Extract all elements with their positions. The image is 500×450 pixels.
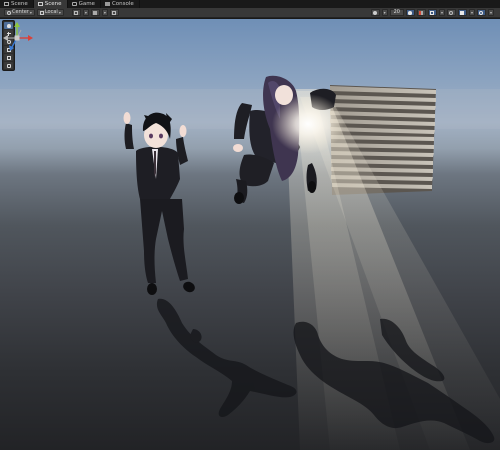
- draw-mode-dropdown[interactable]: ▾: [381, 9, 388, 16]
- console-icon: [104, 2, 110, 6]
- pivot-dropdown[interactable]: Center ▾: [4, 9, 35, 16]
- effects-icon: [430, 10, 435, 15]
- audio-mute-icon: [419, 10, 424, 15]
- scene-icon: [4, 2, 9, 6]
- space-dropdown[interactable]: Local ▾: [36, 9, 64, 16]
- character-cat-ear-girl[interactable]: [123, 112, 197, 295]
- tab-label: Scene: [11, 1, 28, 7]
- chevron-down-icon: ▾: [470, 10, 473, 15]
- editor-tab-bar: Scene Scene Game Console: [0, 0, 500, 8]
- chevron-down-icon: ▾: [440, 10, 443, 15]
- gizmos-globe-icon: [479, 10, 484, 15]
- gizmo-x-axis-icon: [28, 35, 33, 41]
- shading-sphere-icon: [373, 10, 378, 15]
- light-bulb-icon: [408, 10, 413, 15]
- tab-label: Console: [111, 1, 134, 7]
- gizmo-size-field[interactable]: 20: [389, 9, 404, 16]
- chevron-down-icon: ▾: [383, 10, 386, 15]
- pivot-label: Center: [12, 9, 29, 15]
- tab-label: Scene: [44, 1, 62, 7]
- space-label: Local: [44, 9, 58, 15]
- scene-toolbar: Center ▾ Local ▾ ▾ ▾ ▾ 20 ▾ ▾ ▾: [0, 8, 500, 18]
- grid-dropdown[interactable]: ▾: [82, 9, 89, 16]
- hidden-objects-button[interactable]: [446, 9, 456, 16]
- bright-light-source: [272, 94, 344, 154]
- chevron-down-icon: ▾: [84, 10, 87, 15]
- local-space-icon: [39, 10, 44, 15]
- chevron-down-icon: ▾: [489, 10, 492, 15]
- gizmos-dropdown[interactable]: ▾: [487, 9, 494, 16]
- chevron-down-icon: ▾: [103, 10, 106, 15]
- snap-dropdown[interactable]: ▾: [101, 9, 108, 16]
- game-icon: [71, 2, 77, 6]
- tab-console[interactable]: Console: [101, 0, 140, 8]
- gizmos-toggle-button[interactable]: [476, 9, 486, 16]
- tab-scene-1[interactable]: Scene: [0, 0, 34, 8]
- camera-settings-button[interactable]: [457, 9, 467, 16]
- audio-toggle-button[interactable]: [416, 9, 426, 16]
- tab-label: Game: [78, 1, 95, 7]
- chevron-down-icon: ▾: [29, 10, 32, 15]
- effects-toggle-button[interactable]: [427, 9, 437, 16]
- tab-scene-2[interactable]: Scene: [33, 0, 68, 8]
- scene-render: [0, 75, 500, 450]
- camera-icon: [460, 10, 465, 15]
- scene-viewport[interactable]: [0, 19, 500, 450]
- pivot-icon: [7, 10, 11, 15]
- tab-game[interactable]: Game: [68, 0, 101, 8]
- chevron-down-icon: ▾: [58, 10, 61, 15]
- eye-slash-icon: [449, 10, 454, 15]
- scene-icon: [37, 2, 43, 6]
- draw-mode-button[interactable]: [370, 9, 380, 16]
- camera-dropdown[interactable]: ▾: [468, 9, 475, 16]
- snap-button[interactable]: [90, 9, 100, 16]
- effects-dropdown[interactable]: ▾: [438, 9, 445, 16]
- transform-tool-button[interactable]: [4, 62, 13, 69]
- gizmo-y-axis-icon: [14, 22, 20, 27]
- gizmo-neg-x-axis-icon: [3, 35, 8, 41]
- grid-toggle-button[interactable]: [71, 9, 81, 16]
- increment-snap-button[interactable]: [109, 9, 119, 16]
- lighting-toggle-button[interactable]: [405, 9, 415, 16]
- increment-snap-icon: [112, 10, 117, 15]
- orientation-gizmo[interactable]: [0, 20, 34, 56]
- grid-icon: [74, 10, 79, 15]
- transform-icon: [6, 63, 11, 68]
- gizmo-center-icon: [14, 35, 20, 41]
- snap-icon: [93, 10, 98, 15]
- rect-transform-icon: [6, 55, 11, 60]
